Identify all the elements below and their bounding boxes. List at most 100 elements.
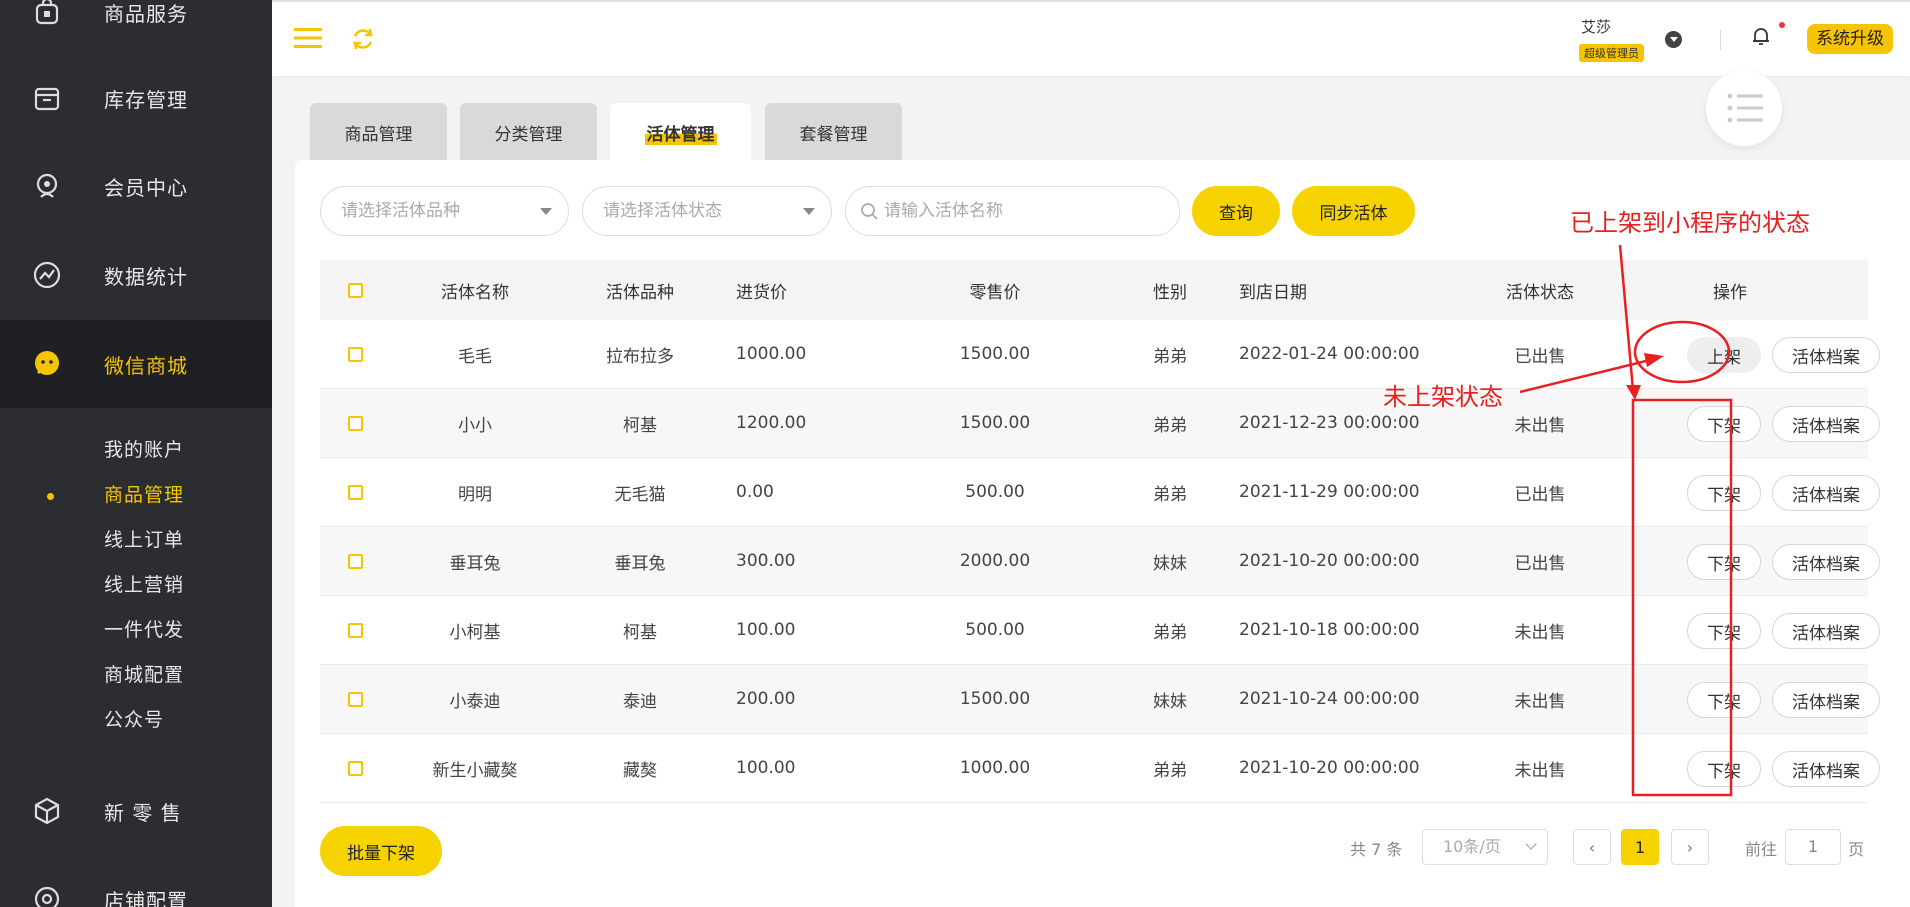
member-icon bbox=[36, 173, 58, 198]
submenu-item-official-account[interactable]: 公众号 bbox=[0, 698, 272, 743]
archive-button[interactable]: 活体档案 bbox=[1772, 337, 1880, 373]
row-checkbox[interactable] bbox=[348, 691, 363, 707]
cell-breed: 垂耳兔 bbox=[614, 553, 666, 574]
sidebar-item-label: 店铺配置 bbox=[104, 888, 188, 907]
shelf-toggle-button[interactable]: 下架 bbox=[1687, 544, 1761, 580]
status-select[interactable]: 请选择活体状态 bbox=[582, 186, 832, 236]
query-button[interactable]: 查询 bbox=[1192, 186, 1280, 236]
header-divider bbox=[1720, 30, 1721, 50]
row-select-cell bbox=[348, 389, 363, 457]
cell-gender: 弟弟 bbox=[1153, 622, 1187, 643]
sidebar-item-product-service[interactable]: 商品服务 bbox=[0, 0, 272, 56]
sidebar-item-store-config[interactable]: 店铺配置 bbox=[0, 855, 272, 907]
row-checkbox[interactable] bbox=[348, 484, 363, 500]
table-row: 垂耳兔 垂耳兔 300.00 2000.00 妹妹 2021-10-20 00:00:00… bbox=[320, 527, 1880, 596]
sidebar-item-statistics[interactable]: 数据统计 bbox=[0, 231, 272, 319]
prev-page-button[interactable]: ‹ bbox=[1573, 829, 1611, 865]
sidebar-item-member[interactable]: 会员中心 bbox=[0, 142, 272, 230]
wechat-icon bbox=[35, 351, 59, 375]
column-header: 到店日期 bbox=[1239, 282, 1307, 303]
tab-live-animal-management[interactable]: 活体管理 bbox=[610, 103, 751, 161]
submenu-item-online-orders[interactable]: 线上订单 bbox=[0, 518, 272, 563]
sidebar-item-inventory[interactable]: 库存管理 bbox=[0, 54, 272, 142]
goto-prefix: 前往 bbox=[1745, 840, 1778, 859]
shelf-toggle-button[interactable]: 下架 bbox=[1687, 406, 1761, 442]
list-float-button[interactable] bbox=[1706, 70, 1782, 146]
row-select-cell bbox=[348, 734, 363, 802]
cell-retail-price: 1500.00 bbox=[959, 689, 1031, 709]
cell-arrival-date: 2021-10-24 00:00:00 bbox=[1239, 689, 1420, 709]
cell-status: 未出售 bbox=[1514, 691, 1566, 712]
cell-cost-price: 100.00 bbox=[736, 758, 796, 778]
chevron-right-icon: › bbox=[1686, 837, 1694, 857]
archive-button[interactable]: 活体档案 bbox=[1772, 544, 1880, 580]
row-checkbox[interactable] bbox=[348, 346, 363, 362]
cell-breed: 柯基 bbox=[623, 415, 657, 436]
table-row: 小小 柯基 1200.00 1500.00 弟弟 2021-12-23 00:00:00 未… bbox=[320, 389, 1880, 458]
sidebar-item-wechat-mall[interactable]: 微信商城 bbox=[0, 320, 272, 408]
chevron-down-icon bbox=[1525, 838, 1537, 850]
cell-name: 小泰迪 bbox=[449, 691, 501, 712]
sidebar: 商品服务 库存管理 会员中心 数据统计 微信商城 我的账户 商品管理 线上订单 … bbox=[0, 0, 272, 907]
sync-button[interactable]: 同步活体 bbox=[1292, 186, 1415, 236]
menu-toggle-icon[interactable] bbox=[294, 27, 322, 49]
cell-gender: 妹妹 bbox=[1153, 691, 1187, 712]
submenu-item-mall-config[interactable]: 商城配置 bbox=[0, 653, 272, 698]
tab-category-management[interactable]: 分类管理 bbox=[460, 103, 597, 161]
column-header: 性别 bbox=[1153, 282, 1187, 303]
refresh-icon[interactable] bbox=[350, 26, 376, 52]
row-select-cell bbox=[348, 596, 363, 664]
table-row: 新生小藏獒 藏獒 100.00 1000.00 弟弟 2021-10-20 00:00:0… bbox=[320, 734, 1880, 803]
select-all-checkbox[interactable] bbox=[348, 282, 363, 298]
submenu-item-dropship[interactable]: 一件代发 bbox=[0, 608, 272, 653]
cube-icon bbox=[34, 797, 60, 825]
current-page-button[interactable]: 1 bbox=[1621, 829, 1659, 865]
cell-arrival-date: 2021-10-18 00:00:00 bbox=[1239, 620, 1420, 640]
row-checkbox[interactable] bbox=[348, 760, 363, 776]
cell-gender: 弟弟 bbox=[1153, 346, 1187, 367]
cell-breed: 藏獒 bbox=[623, 760, 657, 781]
cell-name: 明明 bbox=[458, 484, 492, 505]
row-checkbox[interactable] bbox=[348, 415, 363, 431]
tab-package-management[interactable]: 套餐管理 bbox=[765, 103, 902, 161]
shelf-toggle-button[interactable]: 上架 bbox=[1687, 337, 1761, 373]
cell-name: 新生小藏獒 bbox=[432, 760, 518, 781]
cell-cost-price: 1200.00 bbox=[736, 413, 807, 433]
sidebar-item-label: 库存管理 bbox=[104, 87, 188, 112]
submenu-item-online-marketing[interactable]: 线上营销 bbox=[0, 563, 272, 608]
bell-icon[interactable] bbox=[1752, 26, 1770, 46]
table-row: 明明 无毛猫 0.00 500.00 弟弟 2021-11-29 00:00:00 已出售 下… bbox=[320, 458, 1880, 527]
system-upgrade-button[interactable]: 系统升级 bbox=[1807, 24, 1893, 54]
table-header-row: 活体名称 活体品种 进货价 零售价 性别 到店日期 活体状态 操作 bbox=[320, 260, 1868, 320]
batch-unlist-button[interactable]: 批量下架 bbox=[320, 826, 442, 876]
shelf-toggle-button[interactable]: 下架 bbox=[1687, 613, 1761, 649]
archive-button[interactable]: 活体档案 bbox=[1772, 406, 1880, 442]
user-dropdown-icon[interactable] bbox=[1665, 31, 1682, 48]
shelf-toggle-button[interactable]: 下架 bbox=[1687, 751, 1761, 787]
column-header: 进货价 bbox=[736, 282, 787, 303]
archive-button[interactable]: 活体档案 bbox=[1772, 475, 1880, 511]
tab-product-management[interactable]: 商品管理 bbox=[310, 103, 447, 161]
active-dot-icon bbox=[47, 493, 54, 500]
row-checkbox[interactable] bbox=[348, 553, 363, 569]
shelf-toggle-button[interactable]: 下架 bbox=[1687, 682, 1761, 718]
cell-cost-price: 100.00 bbox=[736, 620, 796, 640]
archive-button[interactable]: 活体档案 bbox=[1772, 613, 1880, 649]
table-body: 毛毛 拉布拉多 1000.00 1500.00 弟弟 2022-01-24 00:00:0… bbox=[320, 320, 1880, 803]
archive-button[interactable]: 活体档案 bbox=[1772, 751, 1880, 787]
sidebar-item-new-retail[interactable]: 新 零 售 bbox=[0, 767, 272, 855]
goto-page-input[interactable]: 1 bbox=[1785, 829, 1841, 865]
submenu-item-account[interactable]: 我的账户 bbox=[0, 428, 272, 473]
next-page-button[interactable]: › bbox=[1671, 829, 1709, 865]
breed-select[interactable]: 请选择活体品种 bbox=[320, 186, 569, 236]
name-search-input[interactable] bbox=[884, 197, 1164, 225]
cell-status: 未出售 bbox=[1514, 760, 1566, 781]
archive-button[interactable]: 活体档案 bbox=[1772, 682, 1880, 718]
submenu-item-product-management[interactable]: 商品管理 bbox=[0, 473, 272, 518]
cell-cost-price: 1000.00 bbox=[736, 344, 807, 364]
row-checkbox[interactable] bbox=[348, 622, 363, 638]
shelf-toggle-button[interactable]: 下架 bbox=[1687, 475, 1761, 511]
page-size-select[interactable]: 10条/页 bbox=[1422, 829, 1548, 865]
user-name: 艾莎 bbox=[1581, 18, 1612, 36]
column-header: 活体品种 bbox=[606, 282, 674, 303]
